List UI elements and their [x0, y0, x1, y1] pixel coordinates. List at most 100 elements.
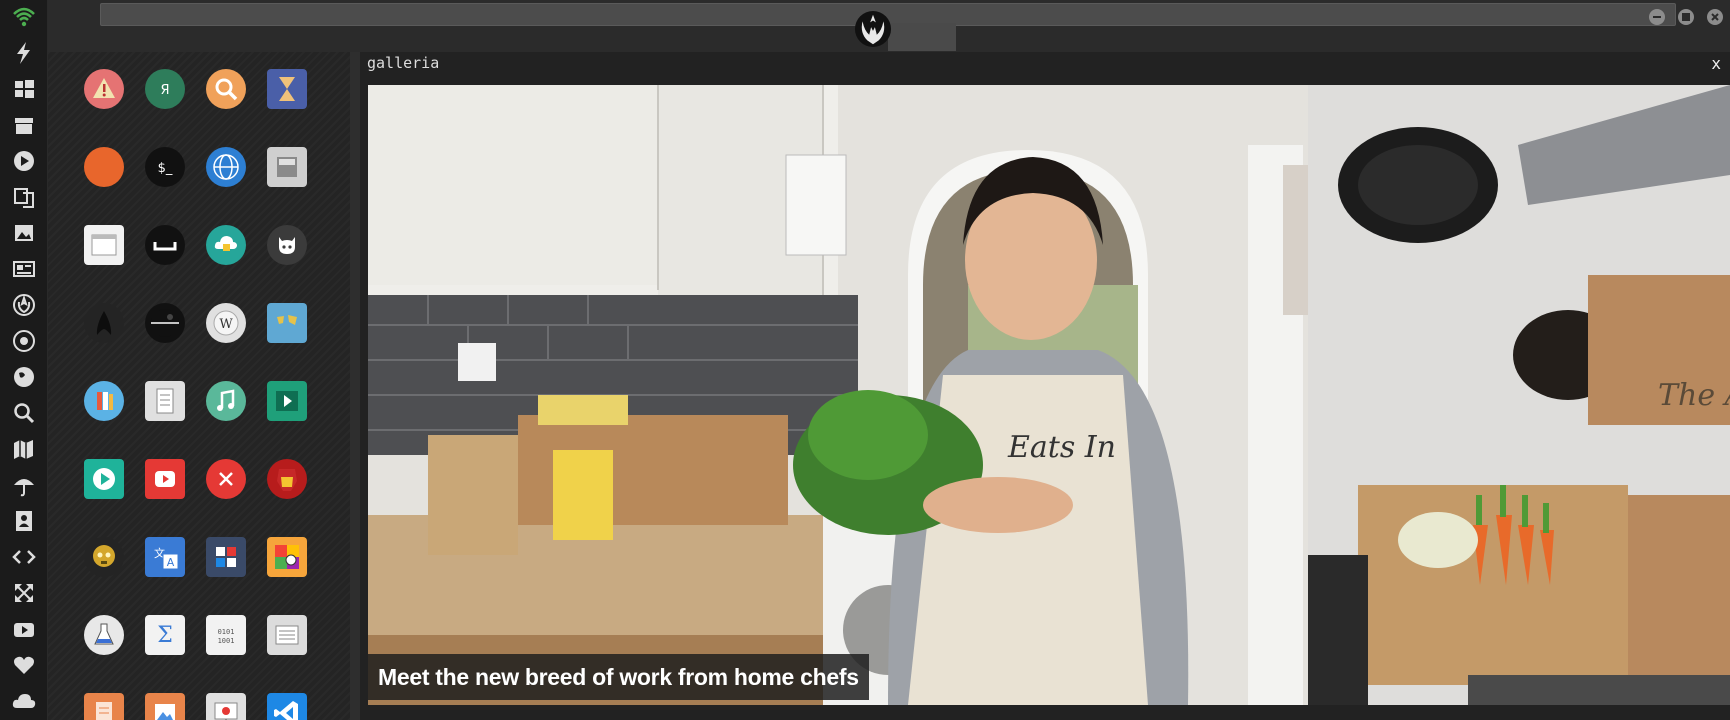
close-window-button[interactable]: [1707, 9, 1723, 25]
music-app-icon: [217, 389, 235, 411]
picture-app-icon: [155, 704, 175, 720]
image-icon: [15, 225, 33, 241]
death-star-app-icon: [151, 309, 179, 337]
cloud-lock-launcher-button[interactable]: [206, 225, 246, 265]
text-lines-launcher-button[interactable]: [267, 615, 307, 655]
notes-launcher-button[interactable]: [145, 381, 185, 421]
rail-item-empire[interactable]: [9, 326, 39, 356]
rail-item-search[interactable]: [9, 398, 39, 428]
sigma-launcher-button[interactable]: Σ: [145, 615, 185, 655]
browser-window-launcher-button[interactable]: [84, 225, 124, 265]
rail-item-image[interactable]: [9, 218, 39, 248]
minimize-button[interactable]: [1649, 9, 1665, 25]
close-circle-launcher-button[interactable]: [206, 459, 246, 499]
svg-text:Eats In: Eats In: [1007, 430, 1116, 465]
terminal-arrow-launcher-button[interactable]: [84, 147, 124, 187]
windows-icon: [15, 80, 34, 98]
vscode-launcher-button[interactable]: [267, 693, 307, 720]
rail-item-expand[interactable]: [9, 578, 39, 608]
rail-item-archive[interactable]: [9, 110, 39, 140]
rail-item-windows[interactable]: [9, 74, 39, 104]
rail-item-cloud[interactable]: [9, 686, 39, 716]
translate-app-icon: 文A: [152, 545, 179, 570]
rail-item-newspaper[interactable]: [9, 254, 39, 284]
rail-item-rebel-alliance[interactable]: [9, 290, 39, 320]
ironman-launcher-button[interactable]: [267, 459, 307, 499]
binary-app-icon: 01011001: [218, 628, 235, 645]
media-player-launcher-button[interactable]: [84, 459, 124, 499]
github-app-icon: [279, 237, 295, 254]
rebel-alliance-icon[interactable]: [854, 10, 892, 48]
rail-item-play-circle[interactable]: [9, 146, 39, 176]
rail-item-umbrella[interactable]: [9, 470, 39, 500]
launcher-scrollbar[interactable]: [350, 52, 360, 720]
archive-icon: [15, 118, 33, 134]
document-launcher-button[interactable]: [84, 693, 124, 720]
rail-item-youtube[interactable]: [9, 614, 39, 644]
hourglass-launcher-button[interactable]: [267, 69, 307, 109]
video-launcher-button[interactable]: [267, 381, 307, 421]
rail-item-globe[interactable]: [9, 362, 39, 392]
yandex-app-icon: Я: [160, 83, 169, 98]
close-circle-app-icon: [219, 472, 233, 486]
starfleet-app-icon: [96, 311, 112, 335]
starfleet-launcher-button[interactable]: [84, 303, 124, 343]
c3po-launcher-button[interactable]: [84, 537, 124, 577]
github-launcher-button[interactable]: [267, 225, 307, 265]
dock-tab[interactable]: [888, 23, 956, 51]
presentation-launcher-button[interactable]: [206, 693, 246, 720]
color-picker-app-icon: [275, 545, 299, 569]
color-picker-launcher-button[interactable]: [267, 537, 307, 577]
search-launcher-button[interactable]: [206, 69, 246, 109]
rail-item-translate[interactable]: [9, 182, 39, 212]
rail-item-wifi[interactable]: [9, 2, 39, 32]
close-gallery-button[interactable]: x: [1711, 54, 1721, 73]
yandex-launcher-button[interactable]: Я: [145, 69, 185, 109]
rail-item-map[interactable]: [9, 434, 39, 464]
umbrella-icon: [14, 479, 34, 497]
globe-launcher-button[interactable]: [206, 147, 246, 187]
app-launcher: Я $_ W 文 A Σ 0101 1001: [48, 52, 350, 720]
warning-app-icon: [93, 78, 115, 98]
text-lines-app-icon: [275, 625, 299, 645]
calculator-launcher-button[interactable]: [206, 537, 246, 577]
svg-text:0101: 0101: [218, 628, 235, 636]
picture-launcher-button[interactable]: [145, 693, 185, 720]
rail-item-code[interactable]: [9, 542, 39, 572]
newspaper-icon: [13, 261, 35, 277]
translate-icon: [14, 188, 34, 208]
wikipedia-launcher-button[interactable]: W: [206, 303, 246, 343]
terminal-launcher-button[interactable]: $_: [145, 147, 185, 187]
drive-launcher-button[interactable]: [267, 147, 307, 187]
rail-item-heart[interactable]: [9, 650, 39, 680]
world-map-launcher-button[interactable]: [267, 303, 307, 343]
photo-caption: Meet the new breed of work from home che…: [368, 654, 869, 700]
death-star-launcher-button[interactable]: [145, 303, 185, 343]
flask-launcher-button[interactable]: [84, 615, 124, 655]
left-rail: [0, 0, 48, 720]
map-icon: [14, 440, 33, 459]
world-map-app-icon: [273, 312, 301, 334]
library-app-icon: [97, 392, 113, 410]
bracket-launcher-button[interactable]: [145, 225, 185, 265]
search-app-icon: [215, 78, 238, 101]
rail-item-lightning[interactable]: [9, 38, 39, 68]
warning-launcher-button[interactable]: [84, 69, 124, 109]
contact-card-icon: [16, 511, 32, 531]
library-launcher-button[interactable]: [84, 381, 124, 421]
wikipedia-app-icon: W: [213, 310, 239, 336]
gallery-photo[interactable]: Eats In The Apron: [368, 85, 1730, 705]
rebel-alliance-icon: [13, 294, 35, 316]
youtube-launcher-button[interactable]: [145, 459, 185, 499]
translate-launcher-button[interactable]: 文A: [145, 537, 185, 577]
music-launcher-button[interactable]: [206, 381, 246, 421]
wifi-icon: [13, 7, 35, 27]
maximize-button[interactable]: [1678, 9, 1694, 25]
heart-icon: [14, 656, 34, 674]
play-circle-icon: [14, 151, 34, 171]
binary-launcher-button[interactable]: 0101 1001: [206, 615, 246, 655]
close-icon: [1711, 13, 1719, 21]
youtube-app-icon: [155, 471, 175, 487]
c3po-app-icon: [93, 545, 115, 567]
rail-item-contact-card[interactable]: [9, 506, 39, 536]
